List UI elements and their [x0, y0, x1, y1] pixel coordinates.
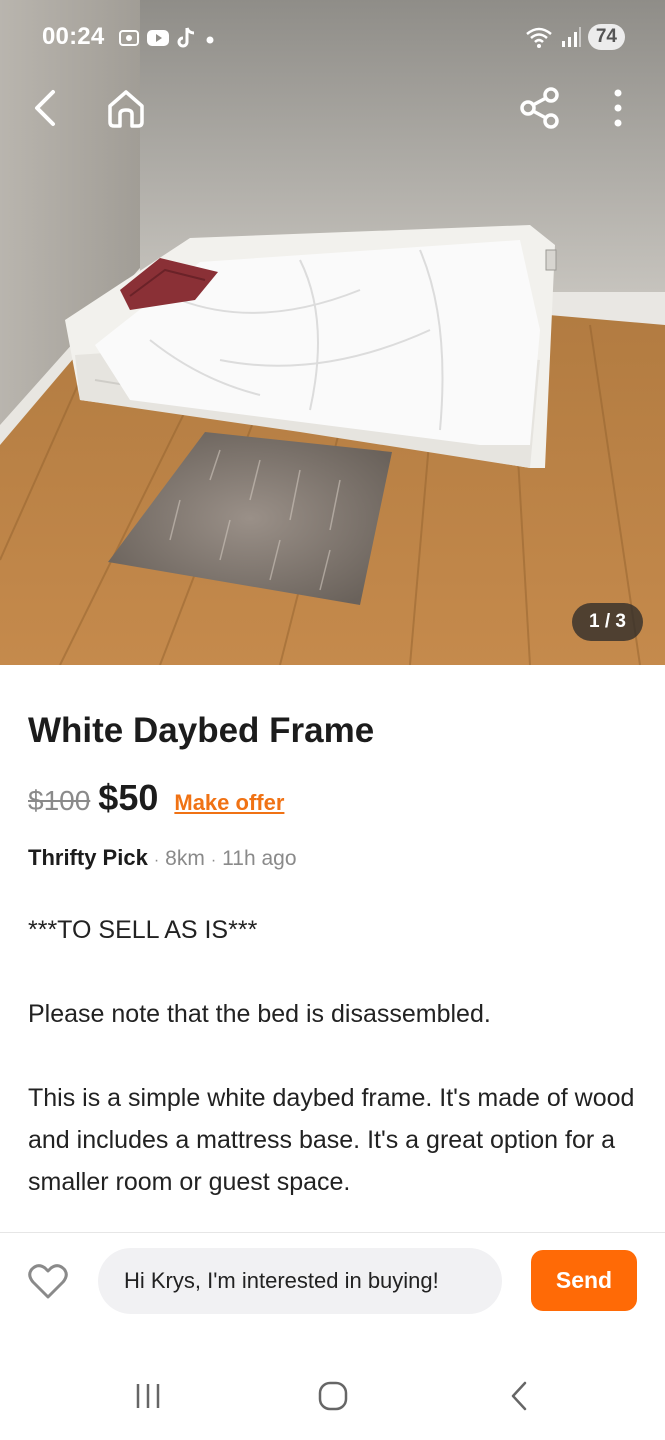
- wifi-icon: [526, 27, 552, 48]
- more-options-button[interactable]: [590, 80, 646, 136]
- status-time: 00:24: [42, 23, 105, 50]
- battery-level: 74: [587, 24, 625, 50]
- share-icon: [520, 87, 559, 129]
- home-button[interactable]: [98, 80, 154, 136]
- seller-row: Thrifty Pick · 8km · 11h ago: [28, 845, 297, 871]
- status-bar: 00:24 74: [0, 0, 665, 76]
- description-line: Please note that the bed is disassembled…: [28, 1000, 491, 1028]
- send-button[interactable]: Send: [531, 1250, 637, 1311]
- favorite-button[interactable]: [26, 1260, 70, 1304]
- home-circle-icon: [318, 1381, 348, 1411]
- tiktok-icon: [177, 27, 195, 48]
- image-counter: 1 / 3: [572, 603, 643, 641]
- listing-photo[interactable]: 00:24 74 1 / 3: [0, 0, 665, 665]
- recents-button[interactable]: [126, 1378, 170, 1414]
- screenshot-icon: [119, 30, 139, 46]
- youtube-icon: [147, 30, 169, 46]
- back-button[interactable]: [18, 80, 74, 136]
- heart-outline-icon: [28, 1264, 68, 1299]
- status-icons-left: [118, 26, 218, 50]
- description-line: ***TO SELL AS IS***: [28, 916, 258, 944]
- top-navigation: [0, 80, 665, 140]
- system-home-button[interactable]: [311, 1378, 355, 1414]
- separator-dot: ·: [210, 852, 217, 869]
- message-input[interactable]: [98, 1248, 502, 1314]
- listing-title: White Daybed Frame: [28, 711, 375, 750]
- system-back-button[interactable]: [497, 1378, 541, 1414]
- system-navigation-bar: [0, 1360, 665, 1430]
- recents-icon: [136, 1384, 160, 1408]
- price-row: $100 $50 Make offer: [28, 777, 284, 819]
- original-price: $100: [28, 785, 91, 816]
- back-chevron-icon: [511, 1381, 527, 1411]
- seller-name[interactable]: Thrifty Pick: [28, 845, 148, 871]
- notification-dot-icon: [206, 36, 214, 44]
- separator-dot: ·: [153, 852, 160, 869]
- share-button[interactable]: [512, 80, 568, 136]
- make-offer-link[interactable]: Make offer: [174, 790, 284, 816]
- back-icon: [35, 90, 55, 126]
- action-bar-divider: [0, 1232, 665, 1233]
- current-price: $50: [98, 777, 159, 818]
- signal-icon: [561, 27, 581, 47]
- home-icon: [108, 90, 144, 128]
- more-vert-icon: [614, 89, 622, 127]
- distance: 8km: [165, 847, 205, 870]
- description-paragraph: This is a simple white daybed frame. It'…: [28, 1084, 635, 1196]
- status-icons-right: 74: [524, 24, 625, 50]
- posted-time: 11h ago: [222, 847, 297, 870]
